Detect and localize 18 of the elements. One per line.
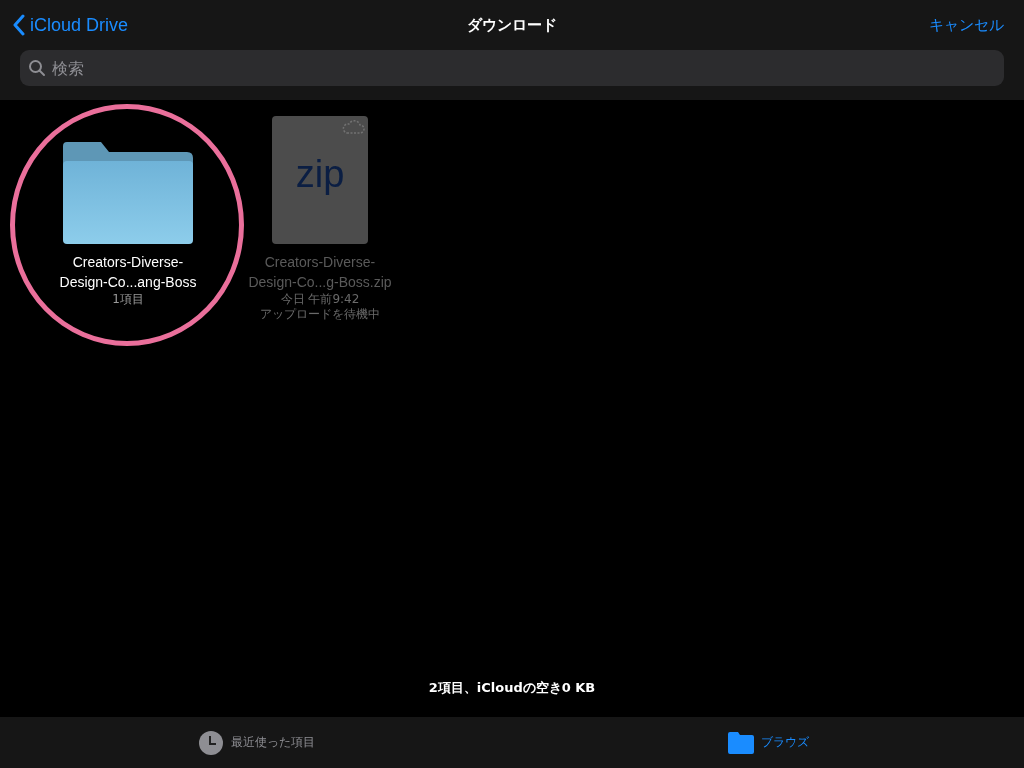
storage-summary: 2項目、iCloudの空き0 KB bbox=[427, 679, 597, 697]
item-name: Creators-Diverse- Design-Co...g-Boss.zip bbox=[248, 253, 392, 292]
clock-icon bbox=[197, 729, 224, 756]
tab[interactable]: ブラウズ bbox=[512, 717, 1024, 768]
back-chevron-icon bbox=[13, 14, 25, 36]
cloud-icon bbox=[341, 119, 365, 135]
item-detail: 今日 午前9:42 bbox=[280, 292, 360, 307]
item-detail: 1項目 bbox=[112, 292, 144, 307]
cancel-link[interactable]: キャンセル bbox=[929, 15, 1004, 35]
tab[interactable]: 最近使った項目 bbox=[0, 717, 512, 768]
folder-icon bbox=[727, 731, 754, 754]
folder-icon[interactable] bbox=[63, 142, 193, 244]
search-icon bbox=[28, 59, 46, 77]
item-detail: アップロードを待機中 bbox=[260, 307, 380, 322]
item-name: Creators-Diverse- Design-Co...ang-Boss bbox=[59, 253, 197, 292]
back-link[interactable]: iCloud Drive bbox=[13, 14, 129, 36]
navigation-title: ダウンロード bbox=[467, 15, 557, 35]
search-field[interactable]: 検索 bbox=[20, 50, 1004, 86]
